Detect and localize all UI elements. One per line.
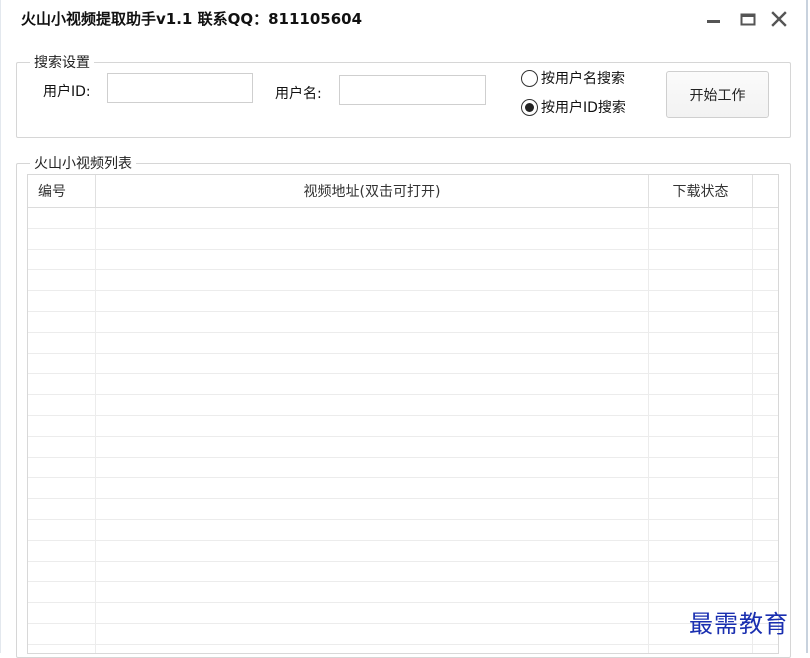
close-icon[interactable] (769, 9, 789, 29)
app-window: 火山小视频提取助手v1.1 联系QQ：811105604 搜索设置 用户ID: … (0, 0, 808, 658)
table-header: 编号 视频地址(双击可打开) 下载状态 (28, 175, 778, 208)
table-row[interactable] (28, 437, 778, 458)
table-row[interactable] (28, 354, 778, 375)
column-divider (648, 208, 649, 653)
table-row[interactable] (28, 478, 778, 500)
column-divider (752, 208, 753, 653)
radio-selected-icon (521, 98, 538, 116)
table-row[interactable] (28, 291, 778, 312)
table-row[interactable] (28, 374, 778, 396)
title-bar[interactable]: 火山小视频提取助手v1.1 联系QQ：811105604 (1, 0, 807, 36)
table-row[interactable] (28, 312, 778, 333)
column-header-number[interactable]: 编号 (28, 175, 96, 207)
minimize-icon[interactable] (704, 9, 724, 29)
table-row[interactable] (28, 562, 778, 583)
table-row[interactable] (28, 208, 778, 229)
radio-by-userid-label: 按用户ID搜索 (541, 100, 626, 116)
table-row[interactable] (28, 582, 778, 604)
username-label: 用户名: (275, 86, 322, 102)
radio-search-by-username[interactable]: 按用户名搜索 (521, 68, 625, 88)
radio-search-by-userid[interactable]: 按用户ID搜索 (521, 97, 626, 117)
maximize-icon[interactable] (738, 9, 758, 29)
video-list-legend: 火山小视频列表 (30, 153, 136, 173)
column-header-filler (753, 175, 778, 207)
start-work-button[interactable]: 开始工作 (666, 71, 769, 118)
username-input[interactable] (339, 75, 486, 105)
table-row[interactable] (28, 624, 778, 645)
table-row[interactable] (28, 458, 778, 479)
table-row[interactable] (28, 541, 778, 562)
radio-unselected-icon (521, 69, 538, 87)
watermark-logo: 最需教育 (689, 610, 789, 638)
video-list-table[interactable]: 编号 视频地址(双击可打开) 下载状态 (27, 174, 779, 654)
table-body[interactable] (28, 208, 778, 653)
user-id-input[interactable] (107, 73, 253, 103)
column-header-video-url[interactable]: 视频地址(双击可打开) (96, 175, 649, 207)
table-row[interactable] (28, 395, 778, 416)
table-row[interactable] (28, 520, 778, 541)
table-row[interactable] (28, 416, 778, 437)
column-header-download-status[interactable]: 下载状态 (649, 175, 753, 207)
search-settings-legend: 搜索设置 (30, 52, 94, 72)
table-row[interactable] (28, 333, 778, 354)
table-row[interactable] (28, 270, 778, 292)
table-row[interactable] (28, 603, 778, 624)
column-divider (95, 208, 96, 653)
table-row[interactable] (28, 229, 778, 250)
table-row[interactable] (28, 250, 778, 271)
user-id-label: 用户ID: (43, 84, 91, 100)
window-title: 火山小视频提取助手v1.1 联系QQ：811105604 (21, 10, 363, 28)
table-row[interactable] (28, 499, 778, 520)
radio-by-username-label: 按用户名搜索 (541, 71, 625, 87)
